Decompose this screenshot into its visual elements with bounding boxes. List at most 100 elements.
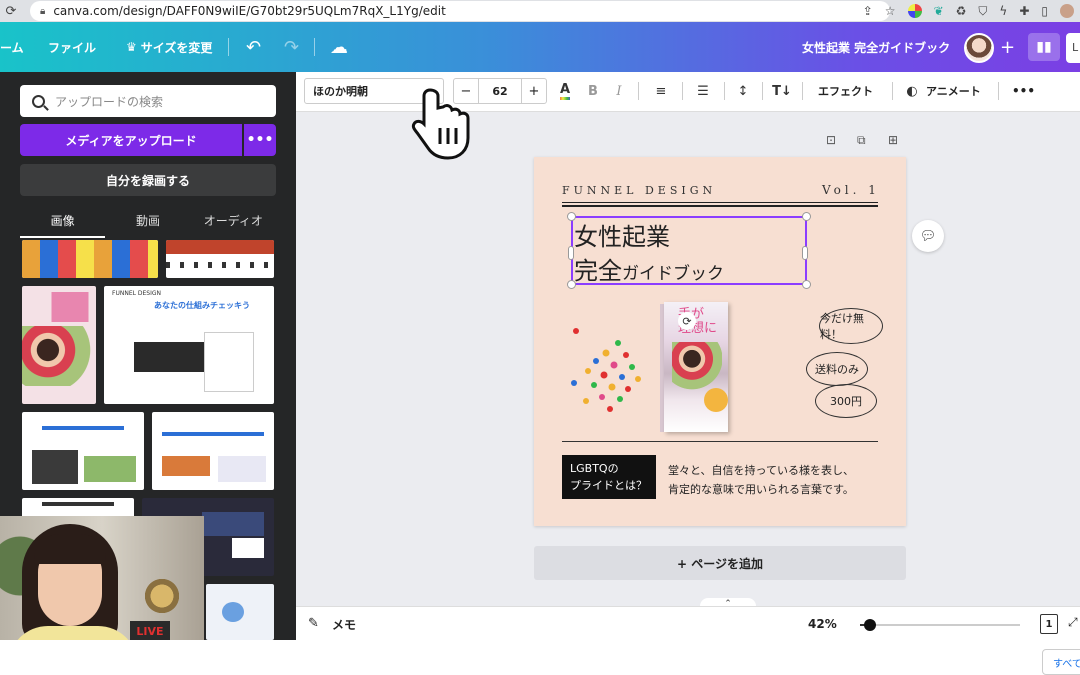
upload-thumbnail[interactable]: [22, 240, 158, 278]
extension-shield-icon[interactable]: ⛉: [978, 4, 987, 19]
search-icon: [32, 94, 45, 108]
design-brand[interactable]: FUNNEL DESIGN: [562, 184, 716, 197]
see-all-button[interactable]: すべて: [1042, 649, 1080, 675]
add-collaborator-icon[interactable]: +: [1000, 22, 1015, 72]
zoom-slider[interactable]: [860, 624, 1020, 626]
confetti-graphic[interactable]: [566, 323, 646, 423]
extension-leaf-icon[interactable]: ❦: [934, 4, 944, 18]
bubble-free-now[interactable]: 今だけ無料！: [819, 308, 883, 344]
webcam-lamp: [142, 576, 182, 616]
redo-icon[interactable]: ↷: [284, 22, 299, 72]
avatar[interactable]: [964, 33, 994, 63]
lgbt-line2: プライドとは？: [570, 479, 647, 492]
design-title-line2[interactable]: 完全ガイドブック: [574, 251, 724, 286]
lock-page-icon[interactable]: ⊡: [826, 133, 836, 151]
align-left-icon[interactable]: ≡: [650, 78, 672, 104]
page-count-button[interactable]: 1: [1040, 614, 1058, 634]
text-color-button[interactable]: A: [554, 78, 576, 104]
spacing-icon[interactable]: ↕: [732, 78, 754, 104]
bubble-shipping-only[interactable]: 送料のみ: [806, 352, 868, 386]
design-rule: [562, 441, 878, 442]
bold-button[interactable]: B: [584, 78, 602, 104]
analytics-icon[interactable]: ▮▮: [1028, 33, 1060, 61]
search-placeholder: アップロードの検索: [55, 94, 164, 109]
design-page[interactable]: FUNNEL DESIGN Vol. 1 女性起業 完全ガイドブック 手: [534, 157, 906, 526]
editor-header: ーム ファイル ♛ サイズを変更 ↶ ↷ ☁ 女性起業 完全ガイドブック: [0, 22, 1080, 72]
book-cover: 手が 理想に: [664, 302, 728, 432]
tab-videos[interactable]: 動画: [105, 208, 190, 238]
fullscreen-icon[interactable]: ⤢: [1068, 615, 1078, 630]
resize-menu[interactable]: ♛ サイズを変更: [126, 22, 212, 72]
replace-image-icon[interactable]: ⟳: [678, 312, 696, 330]
notes-icon[interactable]: ✎: [308, 616, 319, 631]
header-divider: [228, 38, 229, 56]
upload-thumbnail[interactable]: [22, 286, 96, 404]
animate-icon: ◐: [906, 83, 918, 99]
zoom-level[interactable]: 42%: [808, 617, 837, 631]
thumb-brand: FUNNEL DESIGN: [112, 290, 161, 297]
profile-avatar-icon[interactable]: [1060, 4, 1074, 18]
list-icon[interactable]: ☰: [692, 78, 714, 104]
editor-footer: ✎ メモ 42% 1 ⤢: [296, 606, 1080, 640]
home-menu[interactable]: ーム: [0, 22, 24, 72]
pointer-hand-cursor-icon: [411, 88, 470, 160]
share-page-icon[interactable]: ⇪: [863, 4, 873, 18]
extensions-puzzle-icon[interactable]: ✚: [1019, 4, 1029, 18]
text-color-icon: A: [559, 82, 571, 100]
url-text: canva.com/design/DAFF0N9wiIE/G70bt29r5UQ…: [53, 4, 446, 18]
ebook-mockup-image[interactable]: 手が 理想に: [660, 302, 734, 434]
add-page-icon[interactable]: ⊞: [888, 133, 898, 151]
cloud-saved-icon[interactable]: ☁: [330, 22, 348, 72]
animate-button[interactable]: アニメート: [926, 78, 981, 104]
lgbt-label-box[interactable]: LGBTQの プライドとは？: [562, 455, 656, 499]
address-bar[interactable]: 🔒︎ canva.com/design/DAFF0N9wiIE/G70bt29r…: [30, 1, 890, 21]
file-menu[interactable]: ファイル: [48, 22, 96, 72]
description-line1[interactable]: 堂々と、自信を持っている様を表し、: [668, 462, 854, 478]
sidepanel-icon[interactable]: ▯: [1041, 4, 1048, 18]
browser-bottom-strip: [0, 640, 1080, 675]
book-photo: [672, 342, 722, 390]
upload-thumbnail[interactable]: [206, 584, 274, 640]
upload-thumbnail[interactable]: [152, 412, 274, 490]
italic-button[interactable]: I: [610, 78, 628, 104]
upload-more-button[interactable]: •••: [244, 124, 276, 156]
font-size-increase-button[interactable]: +: [522, 79, 546, 103]
share-button[interactable]: L: [1066, 33, 1080, 63]
notes-button[interactable]: メモ: [332, 616, 356, 633]
bubble-price[interactable]: 300円: [815, 384, 877, 418]
vertical-text-icon[interactable]: T↓: [770, 78, 794, 104]
media-tabs: 画像 動画 オーディオ: [20, 208, 276, 238]
resize-handle-right[interactable]: [802, 246, 808, 260]
toolbar-divider: [762, 82, 763, 100]
add-page-button[interactable]: + ページを追加: [534, 546, 906, 580]
extension-color-icon[interactable]: [907, 4, 922, 18]
add-comment-icon[interactable]: 💬︎: [912, 220, 944, 252]
extension-recycle-icon[interactable]: ♻: [956, 4, 967, 18]
toolbar-divider: [802, 82, 803, 100]
tab-images[interactable]: 画像: [20, 208, 106, 238]
duplicate-page-icon[interactable]: ⧉: [857, 133, 866, 151]
extension-bolt-icon[interactable]: ϟ: [999, 4, 1007, 18]
effects-button[interactable]: エフェクト: [818, 78, 873, 104]
upload-thumbnail[interactable]: FUNNEL DESIGN あなたの仕組みチェッキう: [104, 286, 274, 404]
resize-handle-bottom-right[interactable]: [802, 280, 811, 289]
tab-audio[interactable]: オーディオ: [191, 208, 276, 238]
more-options-button[interactable]: •••: [1012, 78, 1035, 104]
reload-icon[interactable]: ⟳: [0, 4, 22, 19]
upload-media-button[interactable]: メディアをアップロード: [20, 124, 242, 156]
zoom-slider-knob[interactable]: [864, 619, 876, 631]
design-rule: [562, 205, 878, 207]
upload-thumbnail[interactable]: [166, 240, 274, 278]
undo-icon[interactable]: ↶: [246, 22, 261, 72]
bookmark-star-icon[interactable]: ☆: [885, 4, 896, 18]
upload-thumbnail[interactable]: [22, 412, 144, 490]
design-volume[interactable]: Vol. 1: [822, 183, 880, 197]
design-title-line1[interactable]: 女性起業: [574, 217, 670, 252]
description-line2[interactable]: 肯定的な意味で用いられる言葉です。: [668, 481, 854, 497]
resize-handle-top-right[interactable]: [802, 212, 811, 221]
toolbar-divider: [892, 82, 893, 100]
title-line2-big: 完全: [574, 257, 622, 285]
record-yourself-button[interactable]: 自分を録画する: [20, 164, 276, 196]
search-input[interactable]: アップロードの検索: [20, 85, 276, 117]
document-title[interactable]: 女性起業 完全ガイドブック: [802, 22, 950, 72]
